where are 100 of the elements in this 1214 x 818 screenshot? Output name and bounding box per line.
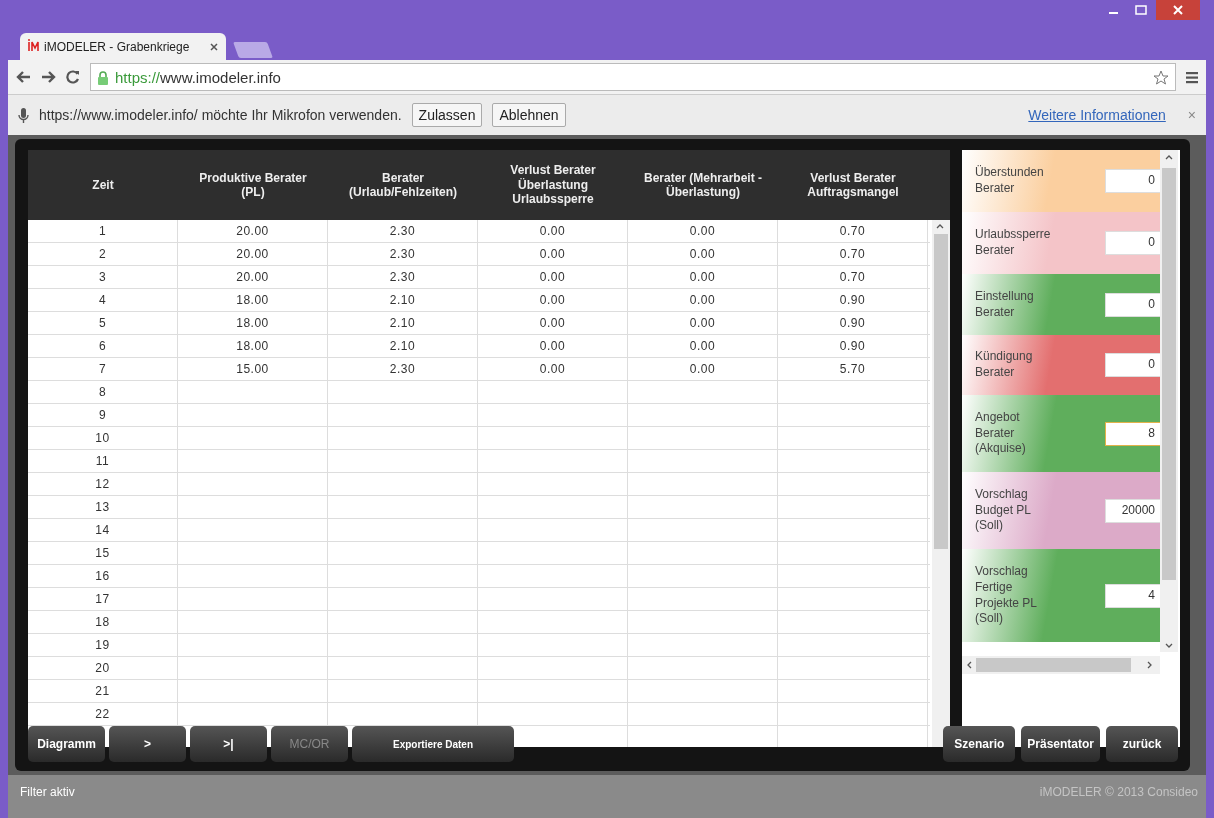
table-cell: 0.00: [478, 220, 628, 242]
input-field[interactable]: 8: [1105, 421, 1160, 446]
table-cell: 0.90: [778, 312, 928, 334]
permission-message: https://www.imodeler.info/ möchte Ihr Mikrofon verwenden.: [39, 107, 402, 123]
table-cell: 2.30: [328, 358, 478, 380]
column-header[interactable]: Produktive Berater (PL): [178, 150, 328, 220]
microphone-icon: [18, 107, 29, 123]
browser-tab[interactable]: iMODELER - Grabenkriege: [20, 33, 226, 60]
scroll-down-icon[interactable]: [1165, 642, 1173, 649]
filter-status: Filter aktiv: [20, 785, 75, 801]
table-cell: 9: [28, 404, 178, 426]
table-cell: 2: [28, 243, 178, 265]
toolbar-button[interactable]: Exportiere Daten: [352, 726, 514, 762]
scroll-up-icon[interactable]: [936, 223, 944, 230]
table-cell: 16: [28, 565, 178, 587]
table-cell: 18.00: [178, 312, 328, 334]
toolbar-button[interactable]: >|: [190, 726, 267, 762]
table-cell: 18.00: [178, 289, 328, 311]
column-header[interactable]: Verlust Berater Auftragsmangel: [778, 150, 928, 220]
parameter-label: Angebot Berater (Akquise): [975, 410, 1027, 457]
input-field[interactable]: 4: [1105, 583, 1160, 608]
table-cell: 2.30: [328, 220, 478, 242]
table-cell: 21: [28, 680, 178, 702]
table-cell: 20.00: [178, 266, 328, 288]
copyright-text: iMODELER © 2013 Consideo: [1039, 785, 1198, 801]
table-cell: 12: [28, 473, 178, 495]
table-cell: 17: [28, 588, 178, 610]
column-header[interactable]: Verlust Berater Überlastung Urlaubssperre: [478, 150, 628, 220]
tab-title: iMODELER - Grabenkriege: [44, 39, 191, 54]
toolbar-button[interactable]: Präsentator: [1021, 726, 1100, 762]
toolbar-button[interactable]: Szenario: [943, 726, 1016, 762]
parameter-label: Einstellung Berater: [975, 288, 1035, 321]
table-cell: 0.00: [628, 312, 778, 334]
column-header[interactable]: Berater (Mehrarbeit - Überlastung): [628, 150, 778, 220]
table-cell: 1: [28, 220, 178, 242]
close-icon[interactable]: [210, 42, 218, 51]
parameter-label: Urlaubssperre Berater: [975, 227, 1052, 259]
scrollbar-thumb[interactable]: [976, 658, 1131, 672]
table-cell: 0.00: [628, 243, 778, 265]
parameter-label: Überstunden Berater: [975, 165, 1045, 197]
reload-icon[interactable]: [66, 70, 80, 84]
input-field[interactable]: 20000: [1105, 498, 1160, 523]
table-cell: 20.00: [178, 243, 328, 265]
input-field[interactable]: 0: [1105, 231, 1160, 255]
table-cell: 15.00: [178, 358, 328, 380]
back-arrow-icon[interactable]: [16, 70, 31, 84]
toolbar-button[interactable]: Diagramm: [28, 726, 105, 762]
table-cell: 4: [28, 289, 178, 311]
scrollbar-thumb[interactable]: [934, 234, 948, 549]
scroll-left-icon[interactable]: [966, 661, 973, 669]
column-header[interactable]: Berater (Urlaub/Fehlzeiten): [328, 150, 478, 220]
star-icon[interactable]: [1153, 69, 1169, 85]
scrollbar-thumb[interactable]: [1162, 168, 1176, 580]
table-cell: 14: [28, 519, 178, 541]
table-cell: 3: [28, 266, 178, 288]
table-cell: 18: [28, 611, 178, 633]
table-cell: 2.30: [328, 266, 478, 288]
column-header[interactable]: Zeit: [28, 150, 178, 220]
toolbar-button[interactable]: >: [109, 726, 186, 762]
scroll-right-icon[interactable]: [1146, 661, 1153, 669]
input-field[interactable]: 0: [1105, 292, 1160, 317]
table-cell: 2.10: [328, 335, 478, 357]
permission-button[interactable]: Ablehnen: [492, 103, 566, 127]
table-cell: 0.90: [778, 335, 928, 357]
table-cell: 5: [28, 312, 178, 334]
table-cell: 5.70: [778, 358, 928, 380]
more-info-link[interactable]: Weitere Informationen: [1028, 107, 1166, 123]
table-cell: 18.00: [178, 335, 328, 357]
table-cell: 0.00: [628, 266, 778, 288]
table-cell: 0.70: [778, 266, 928, 288]
table-cell: 0.00: [628, 289, 778, 311]
maximize-icon[interactable]: [1135, 5, 1147, 15]
forward-arrow-icon[interactable]: [41, 70, 56, 84]
permission-button[interactable]: Zulassen: [411, 103, 483, 127]
table-cell: 11: [28, 450, 178, 472]
table-cell: 0.00: [478, 358, 628, 380]
table-cell: 8: [28, 381, 178, 403]
table-cell: 2.10: [328, 289, 478, 311]
parameter-label: Kündigung Berater: [975, 349, 1034, 381]
input-field[interactable]: 0: [1105, 353, 1160, 377]
table-cell: 7: [28, 358, 178, 380]
table-cell: 0.90: [778, 289, 928, 311]
table-cell: 0.00: [478, 243, 628, 265]
lock-icon: [97, 69, 109, 85]
menu-icon[interactable]: [1186, 70, 1198, 84]
table-cell: 20.00: [178, 220, 328, 242]
address-bar[interactable]: https://www.imodeler.info: [90, 63, 1176, 91]
logo-icon: [28, 38, 40, 52]
table-cell: 0.70: [778, 220, 928, 242]
table-cell: 19: [28, 634, 178, 656]
url-text: https://www.imodeler.info: [115, 68, 281, 86]
table-cell: 13: [28, 496, 178, 518]
table-cell: 0.00: [478, 312, 628, 334]
table-cell: 0.00: [478, 266, 628, 288]
table-cell: 0.00: [628, 358, 778, 380]
table-cell: 0.00: [478, 289, 628, 311]
table-cell: 15: [28, 542, 178, 564]
toolbar-button[interactable]: zurück: [1106, 726, 1178, 762]
scroll-up-icon[interactable]: [1165, 154, 1173, 161]
input-field[interactable]: 0: [1105, 169, 1160, 193]
